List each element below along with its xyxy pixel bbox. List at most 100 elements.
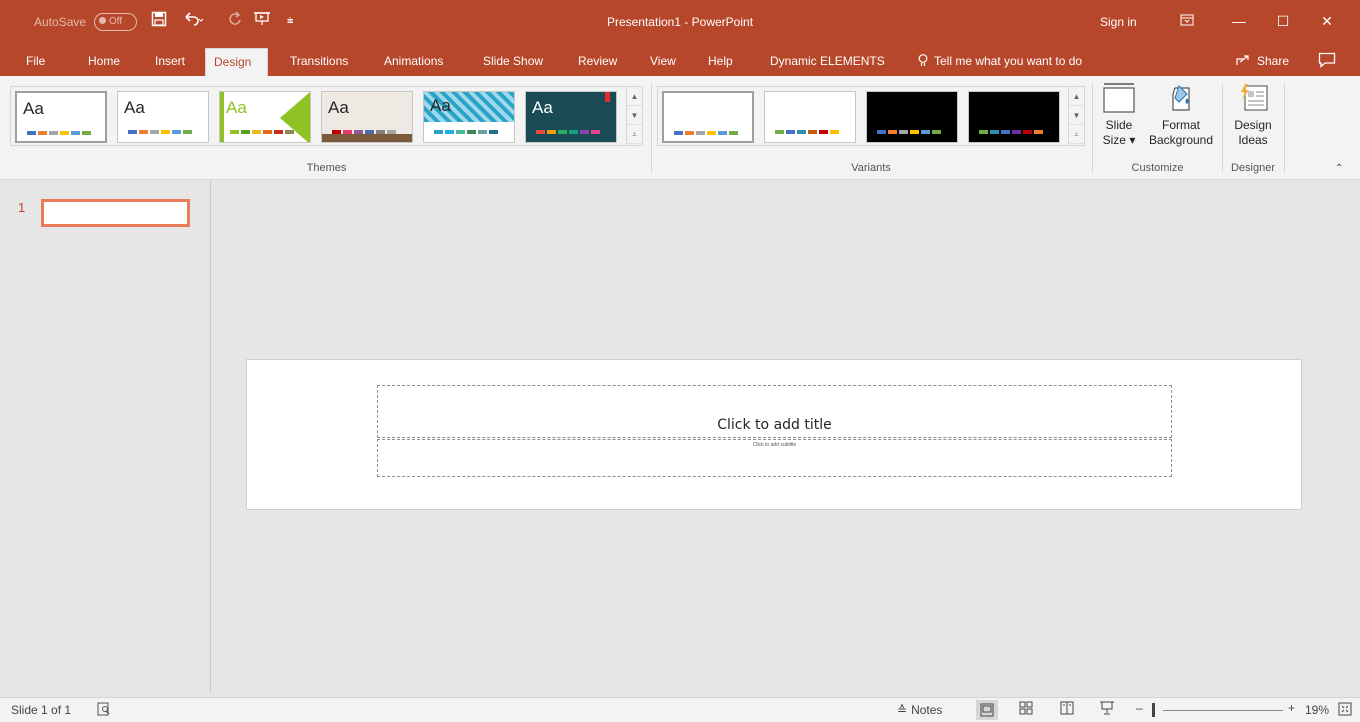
zoom-slider-track[interactable]	[1163, 710, 1283, 711]
slide-size-label-2: Size ▾	[1102, 133, 1136, 147]
zoom-slider-handle[interactable]	[1152, 703, 1155, 717]
format-background-button[interactable]: Format Background	[1146, 82, 1216, 148]
slide-number: 1	[18, 200, 26, 215]
theme-facet[interactable]: Aa	[219, 91, 311, 143]
design-ribbon: Aa Aa Aa Aa Aa Aa ▲ ▼ ⩡ Themes ▲ ▼ ⩡ Var…	[0, 76, 1360, 180]
tab-review[interactable]: Review	[570, 46, 625, 76]
theme-ion-boardroom[interactable]: Aa	[423, 91, 515, 143]
variant-4[interactable]	[968, 91, 1060, 143]
zoom-level[interactable]: 19%	[1305, 703, 1329, 717]
tab-animations[interactable]: Animations	[376, 46, 451, 76]
design-ideas-label-2: Ideas	[1238, 133, 1268, 147]
normal-view-icon[interactable]	[976, 700, 998, 720]
tab-insert[interactable]: Insert	[147, 46, 193, 76]
design-ideas-button[interactable]: Design Ideas	[1228, 82, 1278, 148]
variants-group-label: Variants	[851, 162, 891, 174]
theme-office-2[interactable]: Aa	[117, 91, 209, 143]
format-background-icon	[1172, 85, 1190, 111]
slide-size-button[interactable]: Slide Size ▾	[1099, 82, 1139, 148]
variant-1[interactable]	[662, 91, 754, 143]
group-divider	[1284, 84, 1285, 172]
scroll-down-icon[interactable]: ▼	[1069, 106, 1084, 125]
save-icon[interactable]	[151, 11, 167, 33]
themes-group-label: Themes	[306, 162, 347, 174]
theme-integral[interactable]: Aa	[321, 91, 413, 143]
customize-group-label: Customize	[1131, 162, 1184, 174]
share-icon	[1236, 55, 1249, 65]
title-placeholder[interactable]: Click to add title	[377, 385, 1172, 438]
slide-thumbnail[interactable]	[41, 199, 190, 227]
scroll-up-icon[interactable]: ▲	[1069, 87, 1084, 106]
subtitle-placeholder-text: Click to add subtitle	[752, 442, 797, 448]
slide-show-icon[interactable]	[1100, 701, 1114, 718]
notes-button[interactable]: ≙ Notes	[897, 703, 942, 717]
zoom-in-icon[interactable]: +	[1288, 701, 1295, 715]
theme-sample-text: Aa	[328, 98, 349, 117]
variant-3[interactable]	[866, 91, 958, 143]
variants-gallery: ▲ ▼ ⩡	[657, 86, 1085, 146]
tab-view[interactable]: View	[642, 46, 684, 76]
scroll-up-icon[interactable]: ▲	[627, 87, 642, 106]
redo-icon[interactable]	[228, 11, 242, 33]
undo-icon[interactable]	[182, 11, 204, 33]
theme-sample-text: Aa	[430, 96, 451, 115]
status-bar: Slide 1 of 1 ≙ Notes – + 19%	[0, 697, 1360, 722]
autosave-state: Off	[109, 16, 123, 27]
tell-me-search[interactable]: Tell me what you want to do	[918, 46, 1082, 76]
reading-view-icon[interactable]	[1060, 701, 1074, 718]
collapse-ribbon-icon[interactable]: ⌃	[1335, 163, 1343, 174]
close-icon[interactable]: ✕	[1314, 9, 1340, 33]
group-divider	[1092, 84, 1093, 172]
tab-file[interactable]: File	[18, 46, 53, 76]
title-placeholder-text: Click to add title	[717, 417, 832, 433]
ribbon-display-options-icon[interactable]	[1174, 9, 1200, 33]
theme-sample-text: Aa	[23, 99, 44, 118]
sign-in-link[interactable]: Sign in	[1100, 15, 1137, 29]
themes-gallery: Aa Aa Aa Aa Aa Aa ▲ ▼ ⩡	[10, 86, 643, 146]
slide-thumbnail-pane: 1	[0, 181, 211, 693]
slide-sorter-icon[interactable]	[1019, 701, 1033, 718]
group-divider	[1222, 84, 1223, 172]
more-variants-icon[interactable]: ⩡	[1069, 125, 1084, 144]
format-background-label-2: Background	[1148, 133, 1214, 147]
theme-sample-text: Aa	[532, 98, 553, 117]
share-label: Share	[1257, 54, 1290, 68]
subtitle-placeholder[interactable]: Click to add subtitle	[377, 439, 1172, 477]
customize-toolbar-icon[interactable]: ⩧	[287, 11, 293, 31]
minimize-icon[interactable]: —	[1226, 9, 1252, 33]
themes-scroll: ▲ ▼ ⩡	[626, 87, 642, 145]
slide-info: Slide 1 of 1	[11, 703, 72, 717]
comments-icon[interactable]	[1318, 52, 1336, 68]
tab-help[interactable]: Help	[700, 46, 741, 76]
theme-sample-text: Aa	[124, 98, 145, 117]
slide-canvas: Click to add title Click to add subtitle	[246, 359, 1302, 510]
title-bar: AutoSave Off ⩧ Presentation1 - PowerPoin…	[0, 0, 1360, 46]
tab-home[interactable]: Home	[80, 46, 128, 76]
group-divider	[651, 84, 652, 172]
share-button[interactable]: Share	[1235, 46, 1289, 76]
variant-2[interactable]	[764, 91, 856, 143]
maximize-icon[interactable]: ☐	[1270, 9, 1296, 33]
design-ideas-icon	[1241, 84, 1268, 111]
tab-design[interactable]: Design	[205, 48, 268, 76]
tab-transitions[interactable]: Transitions	[282, 46, 356, 76]
design-ideas-label-1: Design	[1234, 118, 1272, 132]
designer-group-label: Designer	[1230, 162, 1276, 174]
format-background-label-1: Format	[1161, 118, 1200, 132]
theme-office[interactable]: Aa	[15, 91, 107, 143]
autosave-toggle[interactable]: Off	[94, 13, 137, 31]
fit-slide-icon[interactable]	[1338, 702, 1352, 719]
notes-label: Notes	[911, 703, 943, 717]
more-themes-icon[interactable]: ⩡	[627, 125, 642, 144]
window-title: Presentation1 - PowerPoint	[606, 15, 754, 29]
tab-dynamic-elements[interactable]: Dynamic ELEMENTS	[762, 46, 893, 76]
accessibility-icon[interactable]	[97, 702, 111, 719]
tell-me-text: Tell me what you want to do	[934, 54, 1083, 68]
theme-ion[interactable]: Aa	[525, 91, 617, 143]
scroll-down-icon[interactable]: ▼	[627, 106, 642, 125]
present-from-beginning-icon[interactable]	[253, 11, 271, 33]
slide-size-icon	[1103, 83, 1135, 113]
theme-sample-text: Aa	[226, 98, 247, 117]
zoom-out-icon[interactable]: –	[1136, 701, 1143, 715]
tab-slide-show[interactable]: Slide Show	[475, 46, 551, 76]
